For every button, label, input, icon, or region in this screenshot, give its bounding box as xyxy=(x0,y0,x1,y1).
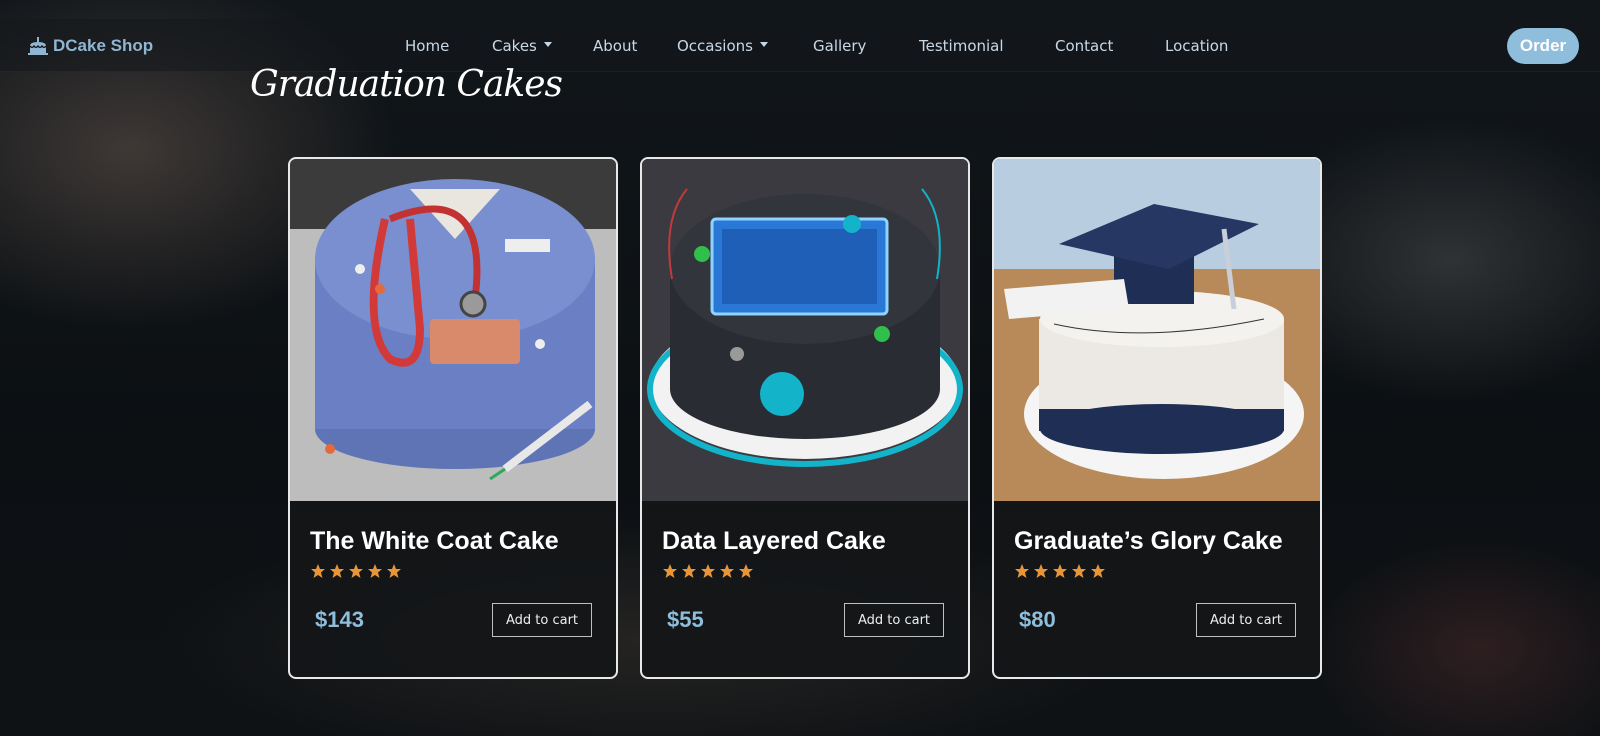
star-icon xyxy=(368,564,382,578)
product-image-white-coat-cake[interactable] xyxy=(290,159,616,501)
product-price: $55 xyxy=(667,607,704,632)
add-to-cart-button[interactable]: Add to cart xyxy=(492,603,592,637)
star-icon xyxy=(1015,564,1029,578)
star-icon xyxy=(1034,564,1048,578)
product-card: Data Layered Cake $55 Add to cart xyxy=(640,157,970,679)
product-price: $80 xyxy=(1019,607,1056,632)
product-title[interactable]: Graduate’s Glory Cake xyxy=(1014,527,1283,556)
caret-down-icon xyxy=(759,42,768,47)
product-image-data-layered-cake[interactable] xyxy=(642,159,968,501)
product-title[interactable]: Data Layered Cake xyxy=(662,527,886,556)
order-button[interactable]: Order xyxy=(1507,28,1579,64)
star-icon xyxy=(330,564,344,578)
nav-about[interactable]: About xyxy=(593,34,637,58)
product-card: Graduate’s Glory Cake $80 Add to cart xyxy=(992,157,1322,679)
product-card: The White Coat Cake $143 Add to cart xyxy=(288,157,618,679)
nav-contact[interactable]: Contact xyxy=(1055,34,1113,58)
add-to-cart-button[interactable]: Add to cart xyxy=(1196,603,1296,637)
main-menu: Home Cakes About Occasions Gallery Testi… xyxy=(0,34,1600,58)
section-heading: Graduation Cakes xyxy=(250,64,563,105)
star-icon xyxy=(387,564,401,578)
rating-stars xyxy=(1014,563,1106,579)
star-icon xyxy=(663,564,677,578)
star-icon xyxy=(682,564,696,578)
star-icon xyxy=(1091,564,1105,578)
product-price: $143 xyxy=(315,607,364,632)
star-icon xyxy=(349,564,363,578)
star-icon xyxy=(1072,564,1086,578)
rating-stars xyxy=(662,563,754,579)
nav-location[interactable]: Location xyxy=(1165,34,1228,58)
star-icon xyxy=(739,564,753,578)
nav-testimonial[interactable]: Testimonial xyxy=(919,34,1004,58)
nav-gallery[interactable]: Gallery xyxy=(813,34,866,58)
caret-down-icon xyxy=(543,42,552,47)
star-icon xyxy=(701,564,715,578)
product-image-graduates-glory-cake[interactable] xyxy=(994,159,1320,501)
nav-occasions-dropdown[interactable]: Occasions xyxy=(677,34,768,58)
nav-cakes-dropdown[interactable]: Cakes xyxy=(492,34,552,58)
star-icon xyxy=(1053,564,1067,578)
star-icon xyxy=(311,564,325,578)
star-icon xyxy=(720,564,734,578)
product-title[interactable]: The White Coat Cake xyxy=(310,527,559,556)
add-to-cart-button[interactable]: Add to cart xyxy=(844,603,944,637)
nav-home[interactable]: Home xyxy=(405,34,449,58)
rating-stars xyxy=(310,563,402,579)
